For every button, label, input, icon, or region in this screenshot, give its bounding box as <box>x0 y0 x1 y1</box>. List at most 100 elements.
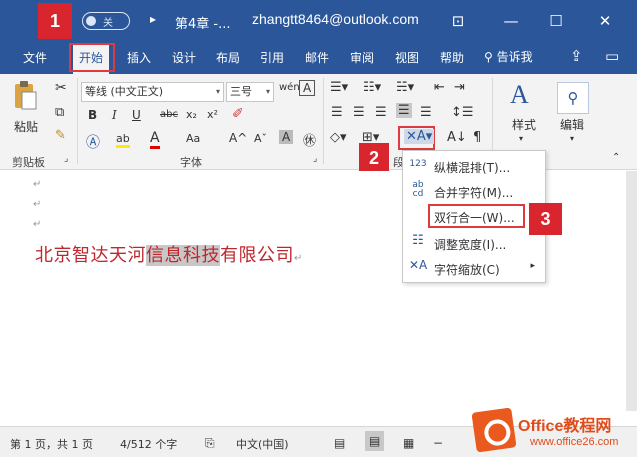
decrease-indent-icon[interactable]: ⇤ <box>434 80 445 95</box>
font-name-combo[interactable]: 等线 (中文正文) ▾ <box>81 82 224 102</box>
read-mode-icon[interactable]: ▤ <box>334 436 345 450</box>
align-right-icon[interactable]: ☰ <box>375 105 387 120</box>
styles-icon[interactable]: A <box>510 80 529 110</box>
autosave-label: 关 <box>103 18 113 29</box>
menu-item-character-scaling[interactable]: ✕A 字符缩放(C) ▸ <box>403 256 545 280</box>
bullets-icon[interactable]: ☰▾ <box>330 80 348 95</box>
text-effects-icon[interactable]: Ⓐ <box>86 132 100 152</box>
editing-label[interactable]: 编辑 <box>560 116 584 133</box>
font-launcher-icon[interactable]: ⌟ <box>313 154 317 164</box>
chevron-right-icon: ▸ <box>530 261 535 271</box>
change-case-icon[interactable]: Aa <box>186 132 200 145</box>
word-count[interactable]: 4/512 个字 <box>120 436 177 452</box>
autosave-toggle[interactable]: 关 <box>82 12 130 30</box>
asian-layout-icon[interactable]: ✕A▾ <box>404 129 435 144</box>
show-marks-icon[interactable]: ¶ <box>473 130 481 145</box>
search-icon[interactable]: ⚲ <box>557 82 589 114</box>
multilevel-list-icon[interactable]: ☵▾ <box>396 80 414 95</box>
phonetic-guide-icon[interactable]: wén <box>279 82 300 93</box>
shading-icon[interactable]: ◇▾ <box>330 130 347 145</box>
italic-button[interactable]: I <box>112 108 117 122</box>
tab-file[interactable]: 文件 <box>23 49 47 66</box>
vertical-horizontal-mixed-icon: 123 <box>409 159 427 169</box>
paragraph-mark: ↵ <box>33 179 42 190</box>
character-shading-icon[interactable]: A <box>279 130 294 144</box>
lightbulb-icon: ⚲ <box>484 50 493 64</box>
font-name-value: 等线 (中文正文) <box>85 85 164 98</box>
tab-insert[interactable]: 插入 <box>127 49 151 66</box>
increase-indent-icon[interactable]: ⇥ <box>454 80 465 95</box>
callout-2: 2 <box>359 143 389 173</box>
bold-button[interactable]: B <box>88 108 97 122</box>
format-painter-icon[interactable]: ✎ <box>55 128 66 143</box>
ribbon-tabs: 文件 开始 插入 设计 布局 引用 邮件 审阅 视图 帮助 ⚲ 告诉我 ⇪ ▭ <box>0 42 637 75</box>
maximize-button[interactable]: ☐ <box>542 9 570 33</box>
comments-icon[interactable]: ▭ <box>605 47 619 65</box>
strikethrough-button[interactable]: abc <box>160 109 178 120</box>
document-title: 第4章 -... <box>175 17 231 32</box>
clipboard-launcher-icon[interactable]: ⌟ <box>64 154 68 164</box>
distributed-icon[interactable]: ☰ <box>420 105 432 120</box>
align-center-icon[interactable]: ☰ <box>353 105 365 120</box>
tab-design[interactable]: 设计 <box>172 49 196 66</box>
line-spacing-icon[interactable]: ↕☰ <box>451 105 474 120</box>
font-size-combo[interactable]: 三号 ▾ <box>226 82 274 102</box>
sort-icon[interactable]: A↓ <box>447 130 467 145</box>
tab-review[interactable]: 审阅 <box>350 49 374 66</box>
watermark-title: Office教程网 <box>518 418 612 435</box>
menu-item-vertical-horizontal[interactable]: 123 纵横混排(T)... <box>403 154 545 178</box>
print-layout-icon[interactable]: ▤ <box>365 431 385 451</box>
callout-3: 3 <box>529 203 562 235</box>
tab-references[interactable]: 引用 <box>260 49 284 66</box>
more-commands-icon[interactable]: ▸ <box>150 12 156 26</box>
asian-layout-menu: 123 纵横混排(T)... ab cd 合并字符(M)... 双行合一(W)..… <box>402 150 546 283</box>
page-count[interactable]: 第 1 页，共 1 页 <box>10 436 93 452</box>
copy-icon[interactable]: ⧉ <box>55 105 64 120</box>
text-before: 北京智达天河 <box>35 245 146 266</box>
paragraph-mark: ↵ <box>33 219 42 230</box>
chevron-down-icon: ▾ <box>265 87 270 96</box>
paste-icon[interactable] <box>12 80 38 112</box>
combine-characters-icon: ab cd <box>412 180 424 199</box>
close-button[interactable]: ✕ <box>591 9 619 33</box>
paste-label[interactable]: 粘贴 <box>14 118 38 135</box>
underline-button[interactable]: U <box>132 108 141 122</box>
tab-mailings[interactable]: 邮件 <box>305 49 329 66</box>
subscript-button[interactable]: x₂ <box>186 108 197 121</box>
highlight-color-icon[interactable]: ab <box>116 132 130 148</box>
tell-me-box[interactable]: ⚲ 告诉我 <box>484 48 533 65</box>
superscript-button[interactable]: x² <box>207 108 218 121</box>
user-account[interactable]: zhangtt8464@outlook.com <box>252 11 419 27</box>
tab-help[interactable]: 帮助 <box>440 49 464 66</box>
cut-icon[interactable]: ✂ <box>55 80 67 96</box>
language[interactable]: 中文(中国) <box>236 436 289 452</box>
vertical-scrollbar[interactable] <box>626 171 637 411</box>
menu-item-combine-characters[interactable]: ab cd 合并字符(M)... <box>403 179 545 203</box>
zoom-out-icon[interactable]: − <box>433 436 443 450</box>
web-layout-icon[interactable]: ▦ <box>403 436 414 450</box>
enclose-characters-icon[interactable]: ㊡ <box>303 130 316 149</box>
justify-icon[interactable]: ☰ <box>396 103 412 118</box>
fit-text-icon: ☷ <box>412 233 424 248</box>
font-group-label: 字体 <box>180 156 202 169</box>
share-icon[interactable]: ⇪ <box>570 47 583 65</box>
document-text[interactable]: 北京智达天河信息科技有限公司↵ <box>35 241 303 267</box>
ribbon-display-options-icon[interactable]: ⊡ <box>444 9 472 33</box>
character-border-icon[interactable]: A <box>299 80 316 96</box>
tab-view[interactable]: 视图 <box>395 49 419 66</box>
font-color-icon[interactable]: A <box>150 130 160 149</box>
clipboard-group-label: 剪贴板 <box>12 156 45 169</box>
clear-formatting-icon[interactable]: ✐ <box>232 106 244 122</box>
collapse-ribbon-icon[interactable]: ⌃ <box>612 152 620 163</box>
chevron-down-icon: ▾ <box>215 87 220 96</box>
proofing-icon[interactable]: ⎘ <box>205 436 215 451</box>
menu-item-fit-text[interactable]: ☷ 调整宽度(I)... <box>403 231 545 255</box>
grow-font-icon[interactable]: A^ <box>229 131 247 145</box>
numbering-icon[interactable]: ☷▾ <box>363 80 381 95</box>
styles-label[interactable]: 样式 <box>512 116 536 133</box>
tell-me-label: 告诉我 <box>496 50 533 64</box>
shrink-font-icon[interactable]: Aˇ <box>254 132 267 145</box>
align-left-icon[interactable]: ☰ <box>331 105 343 120</box>
tab-layout[interactable]: 布局 <box>216 49 240 66</box>
minimize-button[interactable]: — <box>497 9 525 33</box>
